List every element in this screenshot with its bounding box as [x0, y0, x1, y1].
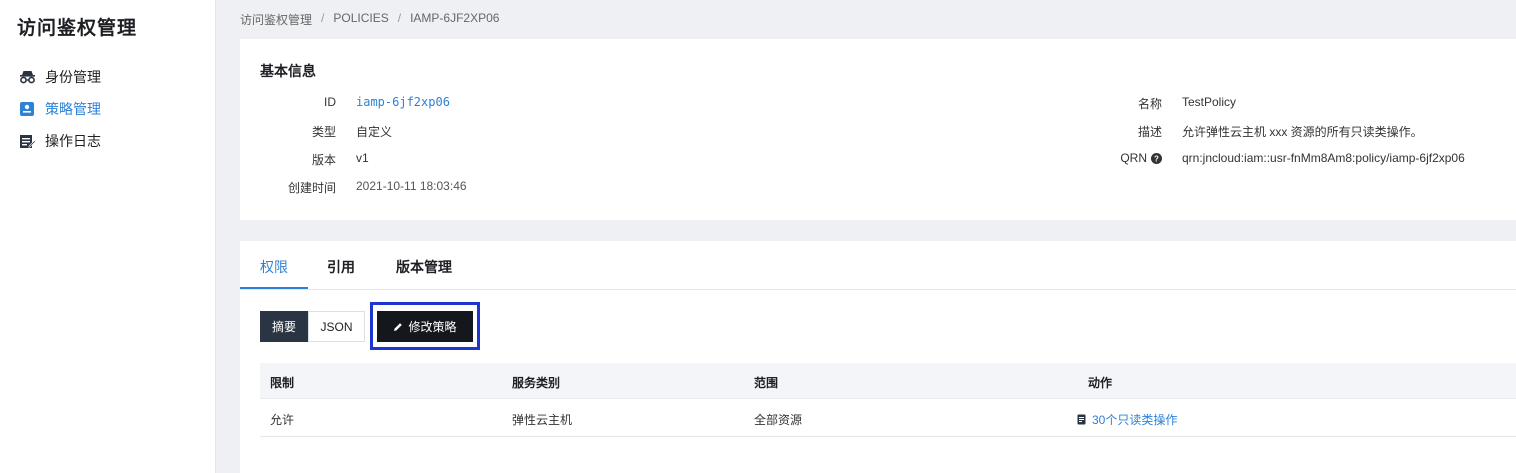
policy-qrn-value: qrn:jncloud:iam::usr-fnMm8Am8:policy/iam…	[1182, 151, 1465, 165]
actions-link-label: 30个只读类操作	[1092, 413, 1178, 427]
active-tab-indicator	[240, 287, 308, 289]
field-label-desc: 描述	[1137, 125, 1162, 139]
field-label-version: 版本	[311, 153, 336, 167]
effect-cell: 允许	[270, 413, 295, 427]
field-label-name: 名称	[1137, 97, 1162, 111]
tab-versions[interactable]: 版本管理	[396, 257, 452, 277]
summary-view-button[interactable]: 摘要	[260, 311, 308, 342]
identity-icon	[18, 68, 36, 86]
actions-link[interactable]: 30个只读类操作	[1077, 411, 1177, 428]
tab-permissions[interactable]: 权限	[260, 257, 288, 277]
column-header: 范围	[754, 376, 779, 390]
sidebar: 访问鉴权管理 身份管理 策略管理 操作日志	[0, 0, 216, 473]
help-icon[interactable]: ?	[1151, 152, 1162, 164]
policy-version-value: v1	[356, 151, 369, 165]
field-label-qrn: QRN ?	[1120, 151, 1162, 165]
field-label-created: 创建时间	[287, 181, 336, 195]
sidebar-item-policy[interactable]: 策略管理	[18, 97, 101, 121]
basic-info-card: 基本信息 ID iamp-6jf2xp06 类型 自定义 版本 v1 创建时间 …	[240, 39, 1516, 220]
breadcrumb-separator: /	[397, 11, 402, 25]
tab-bar: 权限 引用 版本管理	[240, 241, 1516, 290]
field-label-id: ID	[324, 95, 336, 109]
edit-policy-label: 修改策略	[408, 320, 457, 334]
policy-name-value: TestPolicy	[1182, 95, 1237, 109]
breadcrumb-item[interactable]: POLICIES	[333, 11, 388, 28]
sidebar-item-identity[interactable]: 身份管理	[18, 65, 101, 89]
svg-text:?: ?	[1154, 154, 1159, 163]
permissions-card: 权限 引用 版本管理 摘要 JSON 修改策略 限制 服务类别 范围 动作 允许…	[240, 241, 1516, 473]
column-header: 限制	[270, 376, 295, 390]
breadcrumb-item[interactable]: 访问鉴权管理	[240, 11, 312, 28]
tab-references[interactable]: 引用	[327, 257, 355, 277]
scope-cell: 全部资源	[754, 413, 803, 427]
app-title: 访问鉴权管理	[17, 18, 138, 39]
document-icon	[1077, 414, 1086, 425]
edit-policy-button[interactable]: 修改策略	[377, 311, 473, 342]
section-title: 基本信息	[260, 63, 316, 79]
permissions-table: 限制 服务类别 范围 动作 允许 弹性云主机 全部资源 30个只读类操作	[260, 363, 1516, 437]
service-cell: 弹性云主机	[512, 413, 573, 427]
breadcrumb-current: IAMP-6JF2XP06	[410, 11, 500, 25]
sidebar-item-label: 身份管理	[45, 69, 101, 85]
table-header: 限制 服务类别 范围 动作	[260, 363, 1516, 399]
column-header: 动作	[1088, 376, 1113, 390]
qrn-label-text: QRN	[1120, 151, 1147, 165]
log-icon	[18, 132, 36, 150]
sidebar-item-log[interactable]: 操作日志	[18, 129, 101, 153]
policy-desc-value: 允许弹性云主机 xxx 资源的所有只读类操作。	[1182, 125, 1423, 139]
column-header: 服务类别	[512, 376, 561, 390]
field-label-type: 类型	[311, 125, 336, 139]
breadcrumb: 访问鉴权管理 / POLICIES / IAMP-6JF2XP06	[240, 11, 499, 28]
policy-id-value: iamp-6jf2xp06	[356, 95, 450, 109]
sidebar-item-label: 策略管理	[45, 101, 101, 117]
policy-icon	[18, 100, 36, 118]
pencil-icon	[394, 322, 403, 331]
breadcrumb-separator: /	[321, 11, 325, 25]
table-row: 允许 弹性云主机 全部资源 30个只读类操作	[260, 399, 1516, 437]
created-time-value: 2021-10-11 18:03:46	[356, 179, 467, 193]
json-view-button[interactable]: JSON	[308, 311, 365, 342]
sidebar-item-label: 操作日志	[45, 133, 101, 149]
policy-type-value: 自定义	[356, 125, 393, 139]
